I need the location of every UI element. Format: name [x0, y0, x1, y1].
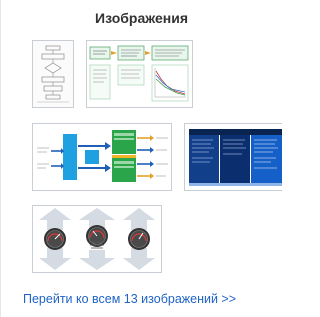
- process-diagram-icon: [87, 41, 192, 107]
- image-thumbnail-process-diagram[interactable]: [86, 40, 193, 108]
- view-all-images-link[interactable]: Перейти ко всем 13 изображений >>: [23, 292, 236, 306]
- image-thumbnail-flowchart[interactable]: [32, 40, 74, 108]
- panel-title: Изображения: [95, 10, 188, 26]
- image-thumbnail-table-slide[interactable]: [184, 123, 282, 191]
- image-thumbnail-gauges[interactable]: [32, 205, 162, 273]
- image-thumbnail-block-diagram[interactable]: [32, 123, 172, 191]
- speedometer-gauges-icon: [33, 206, 161, 272]
- images-panel: Изображения Перейти ко всем 13 изображен…: [0, 0, 282, 317]
- block-diagram-icon: [33, 124, 171, 190]
- blue-table-slide-icon: [185, 124, 282, 190]
- flowchart-document-icon: [33, 41, 73, 107]
